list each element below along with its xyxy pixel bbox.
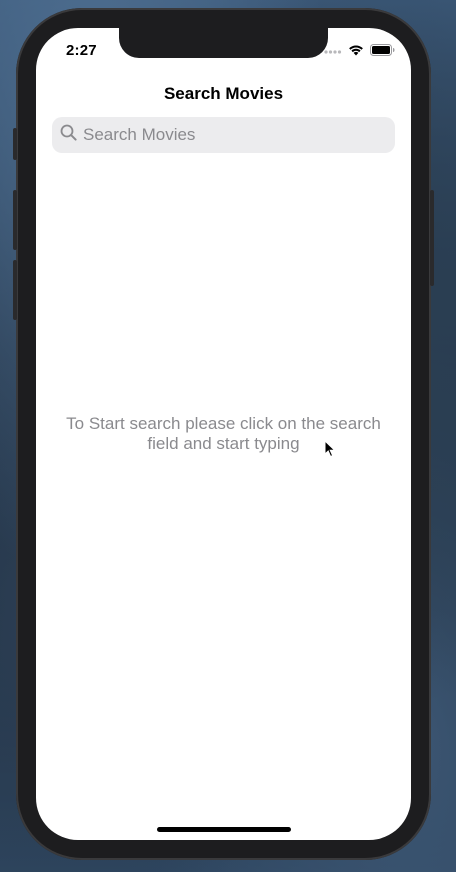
search-bar[interactable] [52, 117, 395, 153]
device-notch [119, 28, 328, 58]
empty-state-message: To Start search please click on the sear… [66, 414, 381, 453]
mouse-pointer-icon [324, 439, 336, 463]
search-input[interactable] [83, 125, 383, 145]
status-icons [324, 43, 395, 61]
status-time: 2:27 [66, 42, 97, 59]
mute-switch [13, 128, 17, 160]
app-screen: 2:27 Search Movies Search Movies To Star… [36, 28, 411, 840]
home-indicator[interactable] [157, 827, 291, 832]
power-button [430, 190, 434, 286]
search-icon [60, 124, 77, 146]
cellular-signal-icon [324, 43, 342, 61]
battery-icon [370, 43, 395, 61]
volume-down-button [13, 260, 17, 320]
volume-up-button [13, 190, 17, 250]
page-title: Search Movies [163, 84, 284, 103]
wifi-icon [348, 43, 364, 61]
